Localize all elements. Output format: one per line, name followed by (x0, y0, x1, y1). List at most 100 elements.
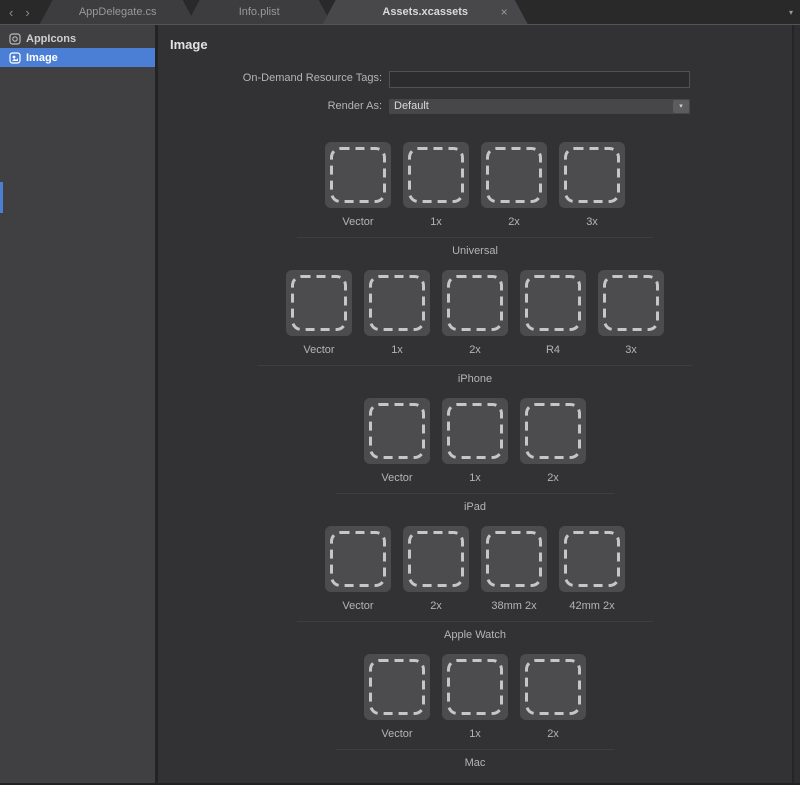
dashed-placeholder-icon (559, 142, 625, 208)
image-slot-dropzone[interactable] (481, 526, 547, 592)
dashed-placeholder-icon (403, 526, 469, 592)
slot-cell: 2x (442, 270, 508, 356)
group-name: Universal (452, 245, 498, 257)
dashed-placeholder-icon (364, 398, 430, 464)
dashed-placeholder-icon (481, 142, 547, 208)
image-slot-dropzone[interactable] (364, 270, 430, 336)
image-slot-dropzone[interactable] (325, 142, 391, 208)
sidebar-item-label: AppIcons (26, 33, 76, 45)
dropdown-button[interactable]: ▾ (673, 100, 689, 113)
image-slot-dropzone[interactable] (286, 270, 352, 336)
group-name: Mac (465, 757, 486, 769)
scrollbar-track[interactable] (792, 25, 800, 783)
editor-tab-bar: ‹ › AppDelegate.cs Info.plist Assets.xca… (0, 0, 800, 25)
slot-label: Vector (303, 344, 334, 356)
slot-label: 1x (469, 728, 481, 740)
slot-label: Vector (381, 472, 412, 484)
left-edge-scroll-indicator[interactable] (0, 182, 3, 213)
render-as-label: Render As: (158, 100, 382, 112)
group-separator (258, 365, 692, 366)
resource-tags-input[interactable] (389, 71, 690, 88)
tab-strip: AppDelegate.cs Info.plist Assets.xcasset… (40, 0, 528, 24)
tab-label: Info.plist (239, 6, 280, 18)
image-slot-dropzone[interactable] (325, 526, 391, 592)
slot-label: 3x (625, 344, 637, 356)
imageset-editor: Image On-Demand Resource Tags: Render As… (158, 25, 792, 783)
sidebar-item-appicons[interactable]: AppIcons (0, 29, 155, 48)
appicon-set-icon (9, 33, 21, 45)
tab-info-plist[interactable]: Info.plist (187, 0, 332, 24)
resource-tags-label: On-Demand Resource Tags: (158, 72, 382, 84)
image-slot-dropzone[interactable] (481, 142, 547, 208)
slot-label: 1x (469, 472, 481, 484)
chevron-down-icon: ▾ (679, 103, 683, 110)
dashed-placeholder-icon (520, 654, 586, 720)
slot-cell: 2x (520, 654, 586, 740)
slot-cell: 1x (442, 398, 508, 484)
dashed-placeholder-icon (520, 398, 586, 464)
image-slot-dropzone[interactable] (442, 270, 508, 336)
dashed-placeholder-icon (325, 142, 391, 208)
tab-label: Assets.xcassets (382, 6, 468, 18)
image-slot-dropzone[interactable] (598, 270, 664, 336)
render-as-row: Render As: Default ▾ (158, 99, 792, 114)
slot-cell: 1x (364, 270, 430, 356)
slot-row: Vector 1x 2x (286, 270, 664, 356)
close-tab-icon[interactable]: × (501, 6, 508, 18)
tab-overflow-icon[interactable]: ▾ (789, 0, 793, 25)
slot-cell: 42mm 2x (559, 526, 625, 612)
slot-label: 2x (508, 216, 520, 228)
asset-editor-window: ‹ › AppDelegate.cs Info.plist Assets.xca… (0, 0, 800, 785)
group-separator (297, 621, 653, 622)
tab-assets-xcassets[interactable]: Assets.xcassets × (323, 0, 528, 24)
slot-cell: Vector (286, 270, 352, 356)
image-slot-dropzone[interactable] (559, 142, 625, 208)
slot-label: 38mm 2x (491, 600, 536, 612)
back-icon[interactable]: ‹ (9, 6, 13, 19)
dashed-placeholder-icon (442, 398, 508, 464)
slot-label: Vector (342, 216, 373, 228)
imageset-properties-form: On-Demand Resource Tags: Render As: Defa… (158, 69, 792, 114)
dashed-placeholder-icon (442, 654, 508, 720)
slot-label: 42mm 2x (569, 600, 614, 612)
image-slot-dropzone[interactable] (364, 654, 430, 720)
group-separator (336, 493, 614, 494)
device-groups: Vector 1x 2x (158, 142, 792, 782)
slot-cell: 3x (598, 270, 664, 356)
image-slot-dropzone[interactable] (559, 526, 625, 592)
slot-label: R4 (546, 344, 560, 356)
dashed-placeholder-icon (403, 142, 469, 208)
slot-row: Vector 1x 2x (364, 654, 586, 740)
page-title: Image (170, 37, 792, 52)
slot-cell: Vector (364, 398, 430, 484)
slot-label: 2x (430, 600, 442, 612)
render-as-value: Default (394, 100, 429, 112)
image-set-icon (9, 52, 21, 64)
image-slot-dropzone[interactable] (442, 654, 508, 720)
dashed-placeholder-icon (559, 526, 625, 592)
group-separator (297, 237, 653, 238)
sidebar-item-image[interactable]: Image (0, 48, 155, 67)
slot-cell: Vector (325, 526, 391, 612)
device-group: Vector 1x 2x Mac (364, 654, 586, 769)
slot-cell: R4 (520, 270, 586, 356)
dashed-placeholder-icon (286, 270, 352, 336)
render-as-select[interactable]: Default ▾ (389, 99, 690, 114)
image-slot-dropzone[interactable] (364, 398, 430, 464)
image-slot-dropzone[interactable] (520, 270, 586, 336)
image-slot-dropzone[interactable] (403, 142, 469, 208)
device-group: Vector 1x 2x iPad (364, 398, 586, 513)
image-slot-dropzone[interactable] (520, 654, 586, 720)
slot-cell: Vector (325, 142, 391, 228)
tab-label: AppDelegate.cs (79, 6, 157, 18)
forward-icon[interactable]: › (25, 6, 29, 19)
dashed-placeholder-icon (481, 526, 547, 592)
tab-appdelegate-cs[interactable]: AppDelegate.cs (40, 0, 196, 24)
slot-row: Vector 1x 2x (364, 398, 586, 484)
group-name: iPhone (458, 373, 492, 385)
image-slot-dropzone[interactable] (403, 526, 469, 592)
sidebar-item-label: Image (26, 52, 58, 64)
slot-cell: 3x (559, 142, 625, 228)
image-slot-dropzone[interactable] (442, 398, 508, 464)
image-slot-dropzone[interactable] (520, 398, 586, 464)
